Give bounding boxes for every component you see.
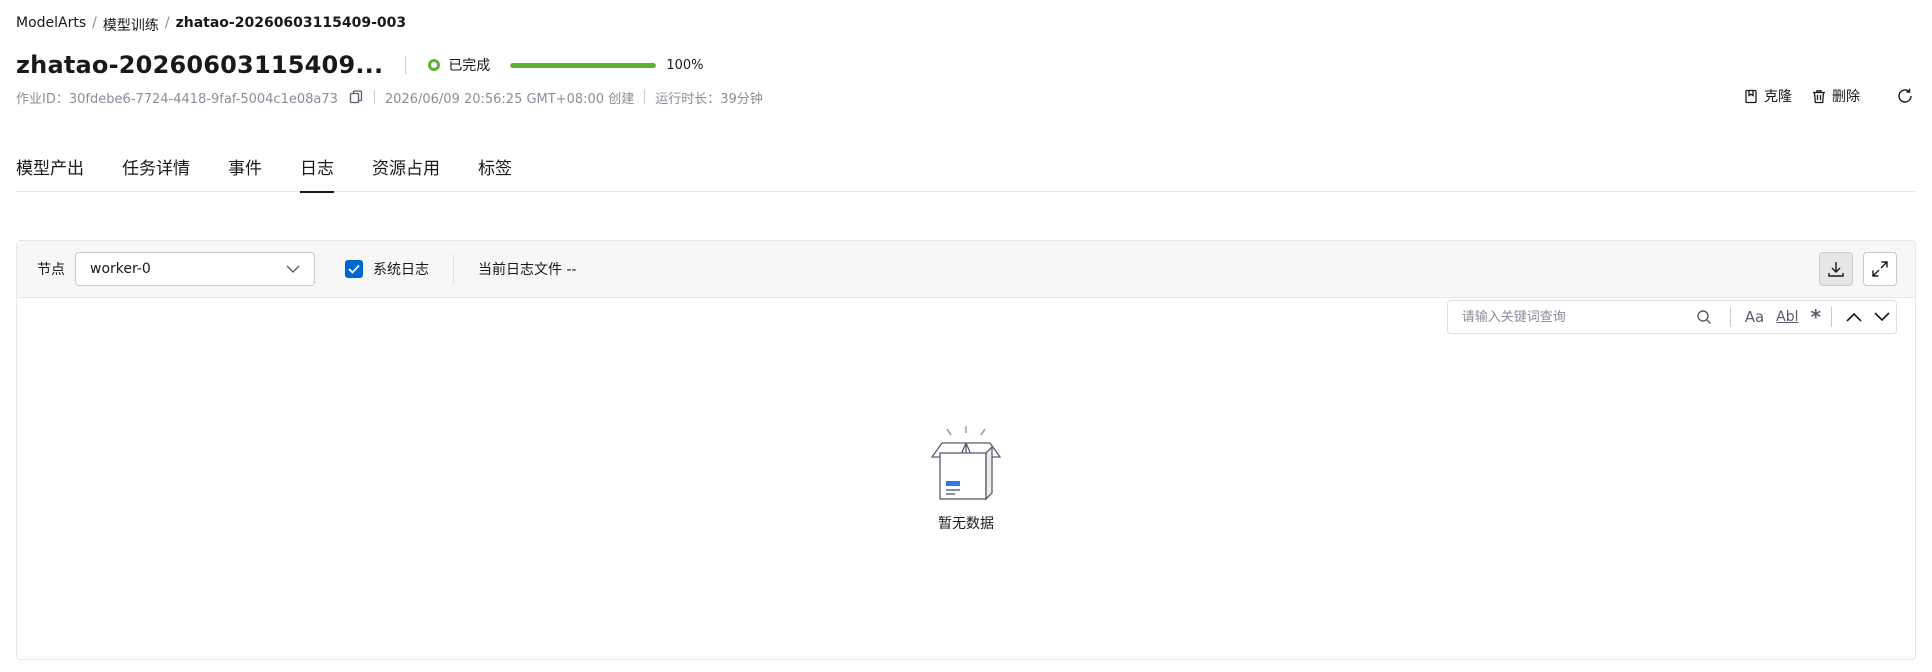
download-button[interactable]: [1819, 252, 1853, 286]
job-header: zhatao-20260603115409... 已完成 100%: [16, 48, 703, 82]
breadcrumb-separator: /: [92, 15, 97, 31]
log-search-input[interactable]: [1447, 301, 1696, 333]
tab-model-output[interactable]: 模型产出: [16, 152, 84, 192]
delete-label: 删除: [1832, 89, 1860, 105]
breadcrumb-item-training[interactable]: 模型训练: [103, 15, 159, 35]
divider: [1831, 307, 1832, 327]
divider: [453, 254, 454, 284]
clone-icon: [1745, 89, 1757, 103]
tab-logs[interactable]: 日志: [300, 152, 334, 193]
divider: [373, 90, 375, 104]
search-icon[interactable]: [1696, 309, 1712, 325]
page-title: zhatao-20260603115409...: [16, 51, 384, 79]
created-time: 2026/06/09 20:56:25 GMT+08:00 创建: [384, 91, 635, 107]
log-panel: 节点 worker-0 系统日志 当前日志文件 -- 请输入关键词查询 Aa A…: [16, 240, 1916, 660]
toolbar-right-actions: [1809, 252, 1897, 286]
log-toolbar: 节点 worker-0 系统日志 当前日志文件 --: [17, 241, 1915, 298]
tab-events[interactable]: 事件: [228, 152, 262, 192]
match-word-toggle[interactable]: Abl: [1770, 301, 1804, 333]
divider: [644, 90, 646, 104]
header-actions: 克隆 删除: [1724, 86, 1914, 106]
empty-state-text: 暂无数据: [938, 516, 994, 532]
node-label: 节点: [37, 262, 65, 278]
breadcrumb: ModelArts / 模型训练 / zhatao-20260603115409…: [16, 15, 406, 35]
breadcrumb-item-modelarts[interactable]: ModelArts: [16, 15, 86, 35]
progress-percent: 100%: [666, 57, 704, 73]
regex-toggle[interactable]: *: [1805, 301, 1827, 333]
tab-tags[interactable]: 标签: [478, 152, 512, 192]
current-log-file: 当前日志文件 --: [478, 262, 577, 278]
chevron-down-icon: [286, 265, 300, 273]
expand-icon: [1872, 261, 1888, 277]
status-text: 已完成: [448, 58, 491, 74]
breadcrumb-item-current: zhatao-20260603115409-003: [175, 15, 407, 31]
chevron-up-icon: [1846, 312, 1862, 322]
system-log-label: 系统日志: [373, 262, 429, 278]
tab-bar: 模型产出 任务详情 事件 日志 资源占用 标签: [16, 152, 1916, 193]
job-id: 作业ID：30fdebe6-7724-4418-9faf-5004c1e08a7…: [16, 91, 338, 107]
previous-match-button[interactable]: [1840, 301, 1868, 333]
job-meta: 作业ID：30fdebe6-7724-4418-9faf-5004c1e08a7…: [16, 87, 763, 107]
system-log-checkbox[interactable]: 系统日志: [345, 259, 429, 279]
tab-task-details[interactable]: 任务详情: [122, 152, 190, 192]
copy-icon[interactable]: [348, 89, 364, 105]
log-search-bar: Aa Abl *: [1446, 300, 1897, 334]
fullscreen-button[interactable]: [1863, 252, 1897, 286]
status-badge: 已完成: [428, 55, 490, 75]
node-select[interactable]: worker-0: [75, 252, 315, 286]
run-duration: 运行时长：39分钟: [655, 91, 763, 107]
divider: [405, 56, 407, 74]
node-select-value: worker-0: [90, 261, 151, 277]
empty-box-icon: [930, 426, 1002, 501]
refresh-button[interactable]: [1896, 87, 1914, 105]
progress-bar: [510, 62, 657, 68]
delete-button[interactable]: 删除: [1812, 86, 1860, 106]
progress-fill: [510, 62, 657, 68]
clone-label: 克隆: [1764, 89, 1792, 105]
trash-icon: [1813, 89, 1825, 103]
refresh-icon: [1898, 88, 1912, 103]
tab-resource-usage[interactable]: 资源占用: [372, 152, 440, 192]
download-icon: [1828, 262, 1844, 277]
status-success-icon: [428, 59, 441, 71]
empty-state: 暂无数据: [918, 425, 1014, 533]
breadcrumb-separator: /: [164, 15, 170, 31]
match-case-toggle[interactable]: Aa: [1739, 301, 1770, 333]
chevron-down-icon: [1874, 312, 1890, 322]
divider: [1729, 307, 1731, 327]
next-match-button[interactable]: [1868, 301, 1896, 333]
clone-button[interactable]: 克隆: [1744, 86, 1792, 106]
checkbox-checked-icon: [345, 260, 363, 278]
